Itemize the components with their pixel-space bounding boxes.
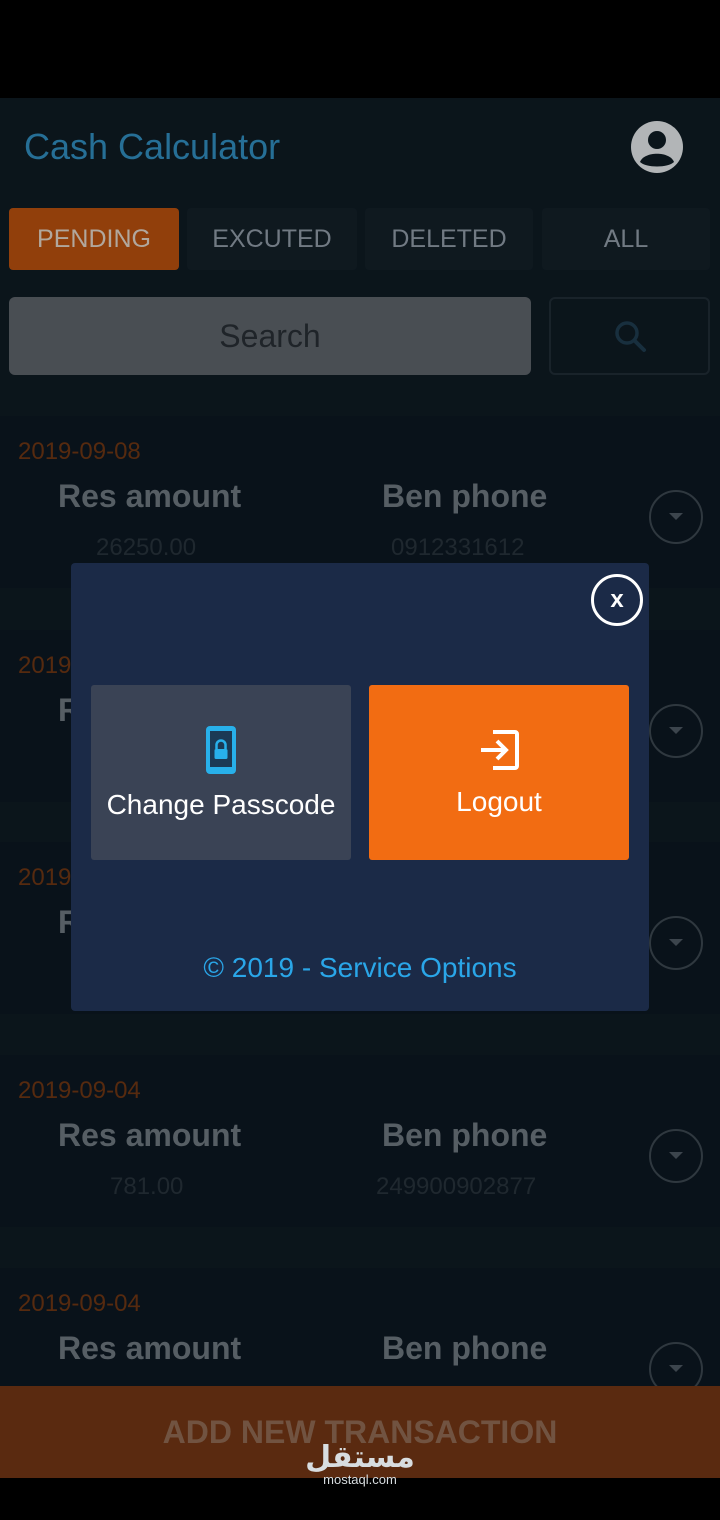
dialog-footer-link[interactable]: © 2019 - Service Options (71, 952, 649, 984)
logout-button[interactable]: Logout (369, 685, 629, 860)
close-button[interactable]: x (591, 574, 643, 626)
watermark-main: مستقل (305, 1440, 415, 1475)
logout-label: Logout (456, 785, 542, 817)
close-icon: x (610, 586, 624, 613)
options-dialog: x Change Passcode Logout © 2019 - Servic… (71, 563, 649, 1011)
app-window: Cash Calculator PENDING EXCUTED DELETED … (0, 98, 720, 1478)
change-passcode-label: Change Passcode (106, 788, 336, 820)
screen: Cash Calculator PENDING EXCUTED DELETED … (0, 0, 720, 1520)
logout-icon (481, 729, 519, 770)
watermark-logo: مستقل mostaql.com (300, 1440, 420, 1488)
phone-lock-icon (206, 725, 236, 774)
change-passcode-button[interactable]: Change Passcode (91, 685, 351, 860)
